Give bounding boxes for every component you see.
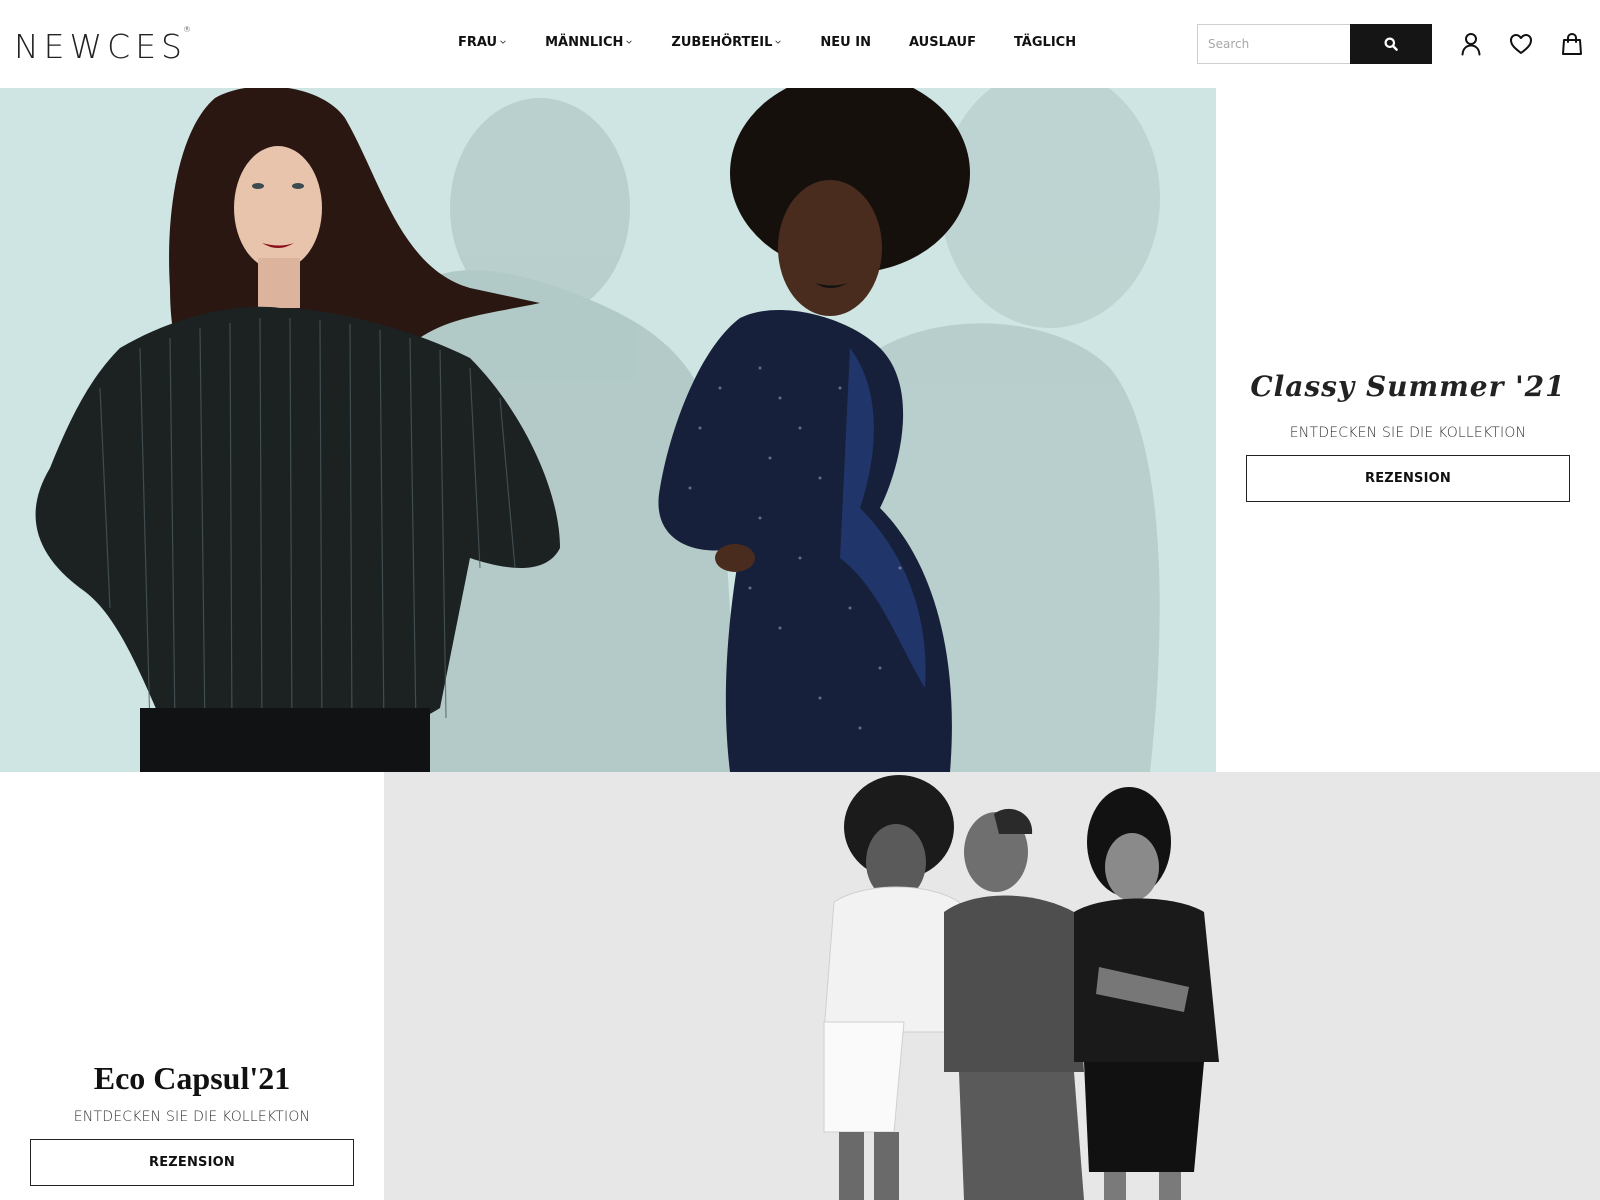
site-header: NEWCES® FRAU MÄNNLICH ZUBEHÖRTEIL NEU IN… (0, 0, 1600, 88)
user-icon (1461, 33, 1481, 56)
promo-subtitle: ENTDECKEN SIE DIE KOLLEKTION (73, 1109, 311, 1125)
chevron-down-icon (626, 40, 633, 44)
hero-banner-classy-summer[interactable] (0, 88, 1216, 772)
nav-item-frau[interactable]: FRAU (458, 34, 507, 52)
nav-item-taeglich[interactable]: TÄGLICH (1014, 34, 1076, 52)
nav-item-label: MÄNNLICH (545, 35, 624, 50)
promo-title: Classy Summer '21 (1250, 370, 1566, 403)
search-bar (1197, 24, 1432, 64)
nav-item-label: TÄGLICH (1013, 35, 1077, 50)
nav-item-label: AUSLAUF (908, 35, 976, 50)
review-button[interactable]: REZENSION (30, 1139, 354, 1186)
logo[interactable]: NEWCES® (14, 22, 195, 69)
promo-eco-capsul: Eco Capsul'21 ENTDECKEN SIE DIE KOLLEKTI… (0, 772, 384, 1200)
heart-icon (1510, 34, 1532, 54)
review-button[interactable]: REZENSION (1246, 455, 1570, 502)
cart-button[interactable] (1557, 29, 1587, 59)
nav-item-auslauf[interactable]: AUSLAUF (909, 34, 976, 52)
promo-classy-summer: Classy Summer '21 ENTDECKEN SIE DIE KOLL… (1216, 88, 1600, 772)
promo-subtitle: ENTDECKEN SIE DIE KOLLEKTION (1289, 425, 1527, 441)
nav-item-label: NEU IN (820, 35, 871, 50)
account-button[interactable] (1456, 29, 1486, 59)
hero-2-image (823, 775, 1219, 1200)
nav-item-label: FRAU (458, 35, 498, 50)
wishlist-button[interactable] (1506, 29, 1536, 59)
nav-item-label: ZUBEHÖRTEIL (671, 35, 773, 50)
nav-item-neu-in[interactable]: NEU IN (820, 34, 871, 52)
hero-banner-eco-capsul[interactable] (384, 772, 1600, 1200)
chevron-down-icon (775, 40, 782, 44)
logo-text: NEWCES (14, 27, 188, 66)
search-button[interactable] (1350, 24, 1432, 64)
nav-item-maennlich[interactable]: MÄNNLICH (545, 34, 633, 52)
nav-item-zubehoerteil[interactable]: ZUBEHÖRTEIL (671, 34, 782, 52)
logo-registered-mark: ® (183, 25, 192, 34)
promo-title: Eco Capsul'21 (93, 1060, 291, 1096)
hero-1-image (35, 88, 1160, 772)
search-icon (1384, 37, 1398, 51)
main-nav: FRAU MÄNNLICH ZUBEHÖRTEIL NEU IN AUSLAUF… (458, 34, 1114, 52)
search-input[interactable] (1197, 24, 1350, 64)
shopping-bag-icon (1562, 32, 1582, 55)
chevron-down-icon (500, 40, 506, 44)
